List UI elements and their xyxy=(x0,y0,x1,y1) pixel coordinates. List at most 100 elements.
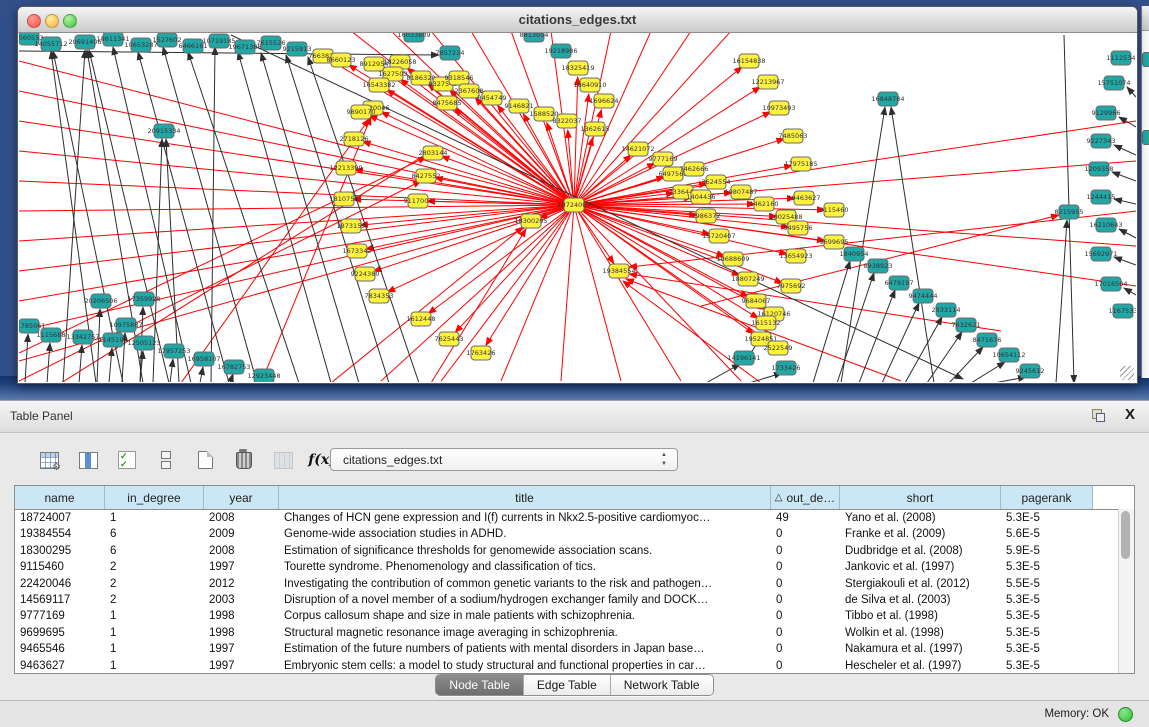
table-panel-header: Table Panel X xyxy=(0,400,1149,433)
table-cell: Yano et al. (2008) xyxy=(840,510,1001,526)
node-label: 7485063 xyxy=(779,132,808,140)
node-label: 7975692 xyxy=(777,282,806,290)
node-label: 1612448 xyxy=(407,315,436,323)
window-titlebar[interactable]: citations_edges.txt xyxy=(18,7,1137,33)
table-row[interactable]: 1456911722003Disruption of a novel membe… xyxy=(15,592,1134,608)
node-label: 1873159 xyxy=(337,222,366,230)
table-row[interactable]: 1830029562008Estimation of significance … xyxy=(15,543,1134,559)
node-label: 18325419 xyxy=(561,64,594,72)
node-label: 8475685 xyxy=(433,99,462,107)
table-cell: 0 xyxy=(771,592,840,608)
close-panel-icon[interactable]: X xyxy=(1125,406,1135,423)
column-header-pagerank[interactable]: pagerank xyxy=(1001,486,1093,509)
table-cell: 49 xyxy=(771,510,840,526)
background-window-sliver[interactable] xyxy=(1141,6,1149,378)
new-column-icon[interactable] xyxy=(192,447,218,473)
node-label: 9117004 xyxy=(404,197,433,205)
node-label: 16782753 xyxy=(217,363,250,371)
node-label: 9224380 xyxy=(351,270,380,278)
node-label: 7632621 xyxy=(952,321,981,329)
table-column-icon[interactable] xyxy=(75,447,101,473)
column-header-short[interactable]: short xyxy=(840,486,1001,509)
float-panel-icon[interactable] xyxy=(1092,409,1105,422)
column-header-in_degree[interactable]: in_degree xyxy=(105,486,204,509)
table-row[interactable]: 2242004622012Investigating the contribut… xyxy=(15,576,1134,592)
window-title: citations_edges.txt xyxy=(18,12,1137,27)
table-cell: 1 xyxy=(105,510,204,526)
node-label: 9245612 xyxy=(1016,367,1045,375)
node-label: 3624554 xyxy=(702,178,731,186)
table-cell: 5.3E-5 xyxy=(1001,625,1093,641)
table-cell: 5.6E-5 xyxy=(1001,526,1093,542)
table-cell: 2008 xyxy=(204,510,279,526)
node-label: 8454749 xyxy=(478,94,507,102)
node-label: 8471676 xyxy=(973,336,1002,344)
table-body: 1872400712008Changes of HCN gene express… xyxy=(15,510,1134,674)
node-label: 2933114 xyxy=(932,306,961,314)
table-row[interactable]: 946362711997Embryonic stem cells: a mode… xyxy=(15,658,1134,674)
delete-icon[interactable] xyxy=(231,447,257,473)
node-label: 9227343 xyxy=(1087,137,1116,145)
sort-ascending-icon: △ xyxy=(775,492,783,503)
table-cell: 22420046 xyxy=(15,576,105,592)
node-label: 7462666 xyxy=(680,165,709,173)
table-cell: 5.3E-5 xyxy=(1001,608,1093,624)
memory-status-indicator xyxy=(1118,707,1133,722)
column-header-out_de[interactable]: △out_de… xyxy=(771,486,840,509)
table-cell: 18300295 xyxy=(15,543,105,559)
scrollbar-thumb[interactable] xyxy=(1121,511,1130,559)
row-pair-icon[interactable] xyxy=(153,447,179,473)
table-cell: 5.3E-5 xyxy=(1001,510,1093,526)
table-row[interactable]: 1938455462009Genome-wide association stu… xyxy=(15,526,1134,542)
node-label: 2718126 xyxy=(340,135,369,143)
column-header-title[interactable]: title xyxy=(279,486,771,509)
node-label: 9474444 xyxy=(909,292,938,300)
table-row[interactable]: 977716911998Corpus callosum shape and si… xyxy=(15,608,1134,624)
node-label: 8660123 xyxy=(327,56,356,64)
node-label: 9777169 xyxy=(649,155,678,163)
table-cell: 9777169 xyxy=(15,608,105,624)
table-row[interactable]: 911546021997Tourette syndrome. Phenomeno… xyxy=(15,559,1134,575)
network-canvas[interactable]: 2060553140557122069140618611341106532871… xyxy=(19,33,1136,382)
citation-network-graph[interactable]: 2060553140557122069140618611341106532871… xyxy=(19,33,1136,382)
node-label: 2803144 xyxy=(419,149,448,157)
table-cell: Embryonic stem cells: a model to study s… xyxy=(279,658,771,674)
node-label: 1840954 xyxy=(840,250,869,258)
node-label: 1404436 xyxy=(687,193,716,201)
node-label: 1362615 xyxy=(581,125,610,133)
node-label: 1615132 xyxy=(752,319,781,327)
table-cell: 5.5E-5 xyxy=(1001,576,1093,592)
table-row[interactable]: 1872400712008Changes of HCN gene express… xyxy=(15,510,1134,526)
table-cell: 0 xyxy=(771,641,840,657)
select-rows-icon[interactable]: ✓✓ xyxy=(114,447,140,473)
node-label: 9215913 xyxy=(283,45,312,53)
node-label: 10688609 xyxy=(716,255,749,263)
table-cell: 18724007 xyxy=(15,510,105,526)
table-row[interactable]: 946554611997Estimation of the future num… xyxy=(15,641,1134,657)
column-header-name[interactable]: name xyxy=(15,486,105,509)
table-select-dropdown[interactable]: citations_edges.txt ▲▼ xyxy=(330,448,678,471)
window-resize-grip[interactable] xyxy=(1120,366,1134,380)
tab-network-table[interactable]: Network Table xyxy=(611,675,713,695)
table-settings-icon[interactable]: ⚙ xyxy=(36,447,62,473)
node-table[interactable]: namein_degreeyeartitle△out_de…shortpager… xyxy=(14,485,1135,674)
node-label: 6479197 xyxy=(885,279,914,287)
node-label: 9115460 xyxy=(820,206,849,214)
tab-edge-table[interactable]: Edge Table xyxy=(524,675,611,695)
table-toolbar: ⚙ ✓✓ f(x) xyxy=(36,445,335,475)
table-row[interactable]: 969969511998Structural magnetic resonanc… xyxy=(15,625,1134,641)
table-cell: Structural magnetic resonance image aver… xyxy=(279,625,771,641)
column-header-year[interactable]: year xyxy=(204,486,279,509)
table-cell: 9115460 xyxy=(15,559,105,575)
node-label: 9318546 xyxy=(445,74,474,82)
table-cell: Estimation of significance thresholds fo… xyxy=(279,543,771,559)
table-cell: Changes of HCN gene expression and I(f) … xyxy=(279,510,771,526)
node-label: 10654112 xyxy=(992,351,1025,359)
table-cell: 5.3E-5 xyxy=(1001,658,1093,674)
vertical-scrollbar[interactable] xyxy=(1118,509,1134,673)
node-label: 10973493 xyxy=(762,104,795,112)
table-cell: Franke et al. (2009) xyxy=(840,526,1001,542)
node-label: 17975185 xyxy=(784,160,817,168)
node-label: 1115688 xyxy=(37,331,66,339)
tab-node-table[interactable]: Node Table xyxy=(436,675,524,695)
